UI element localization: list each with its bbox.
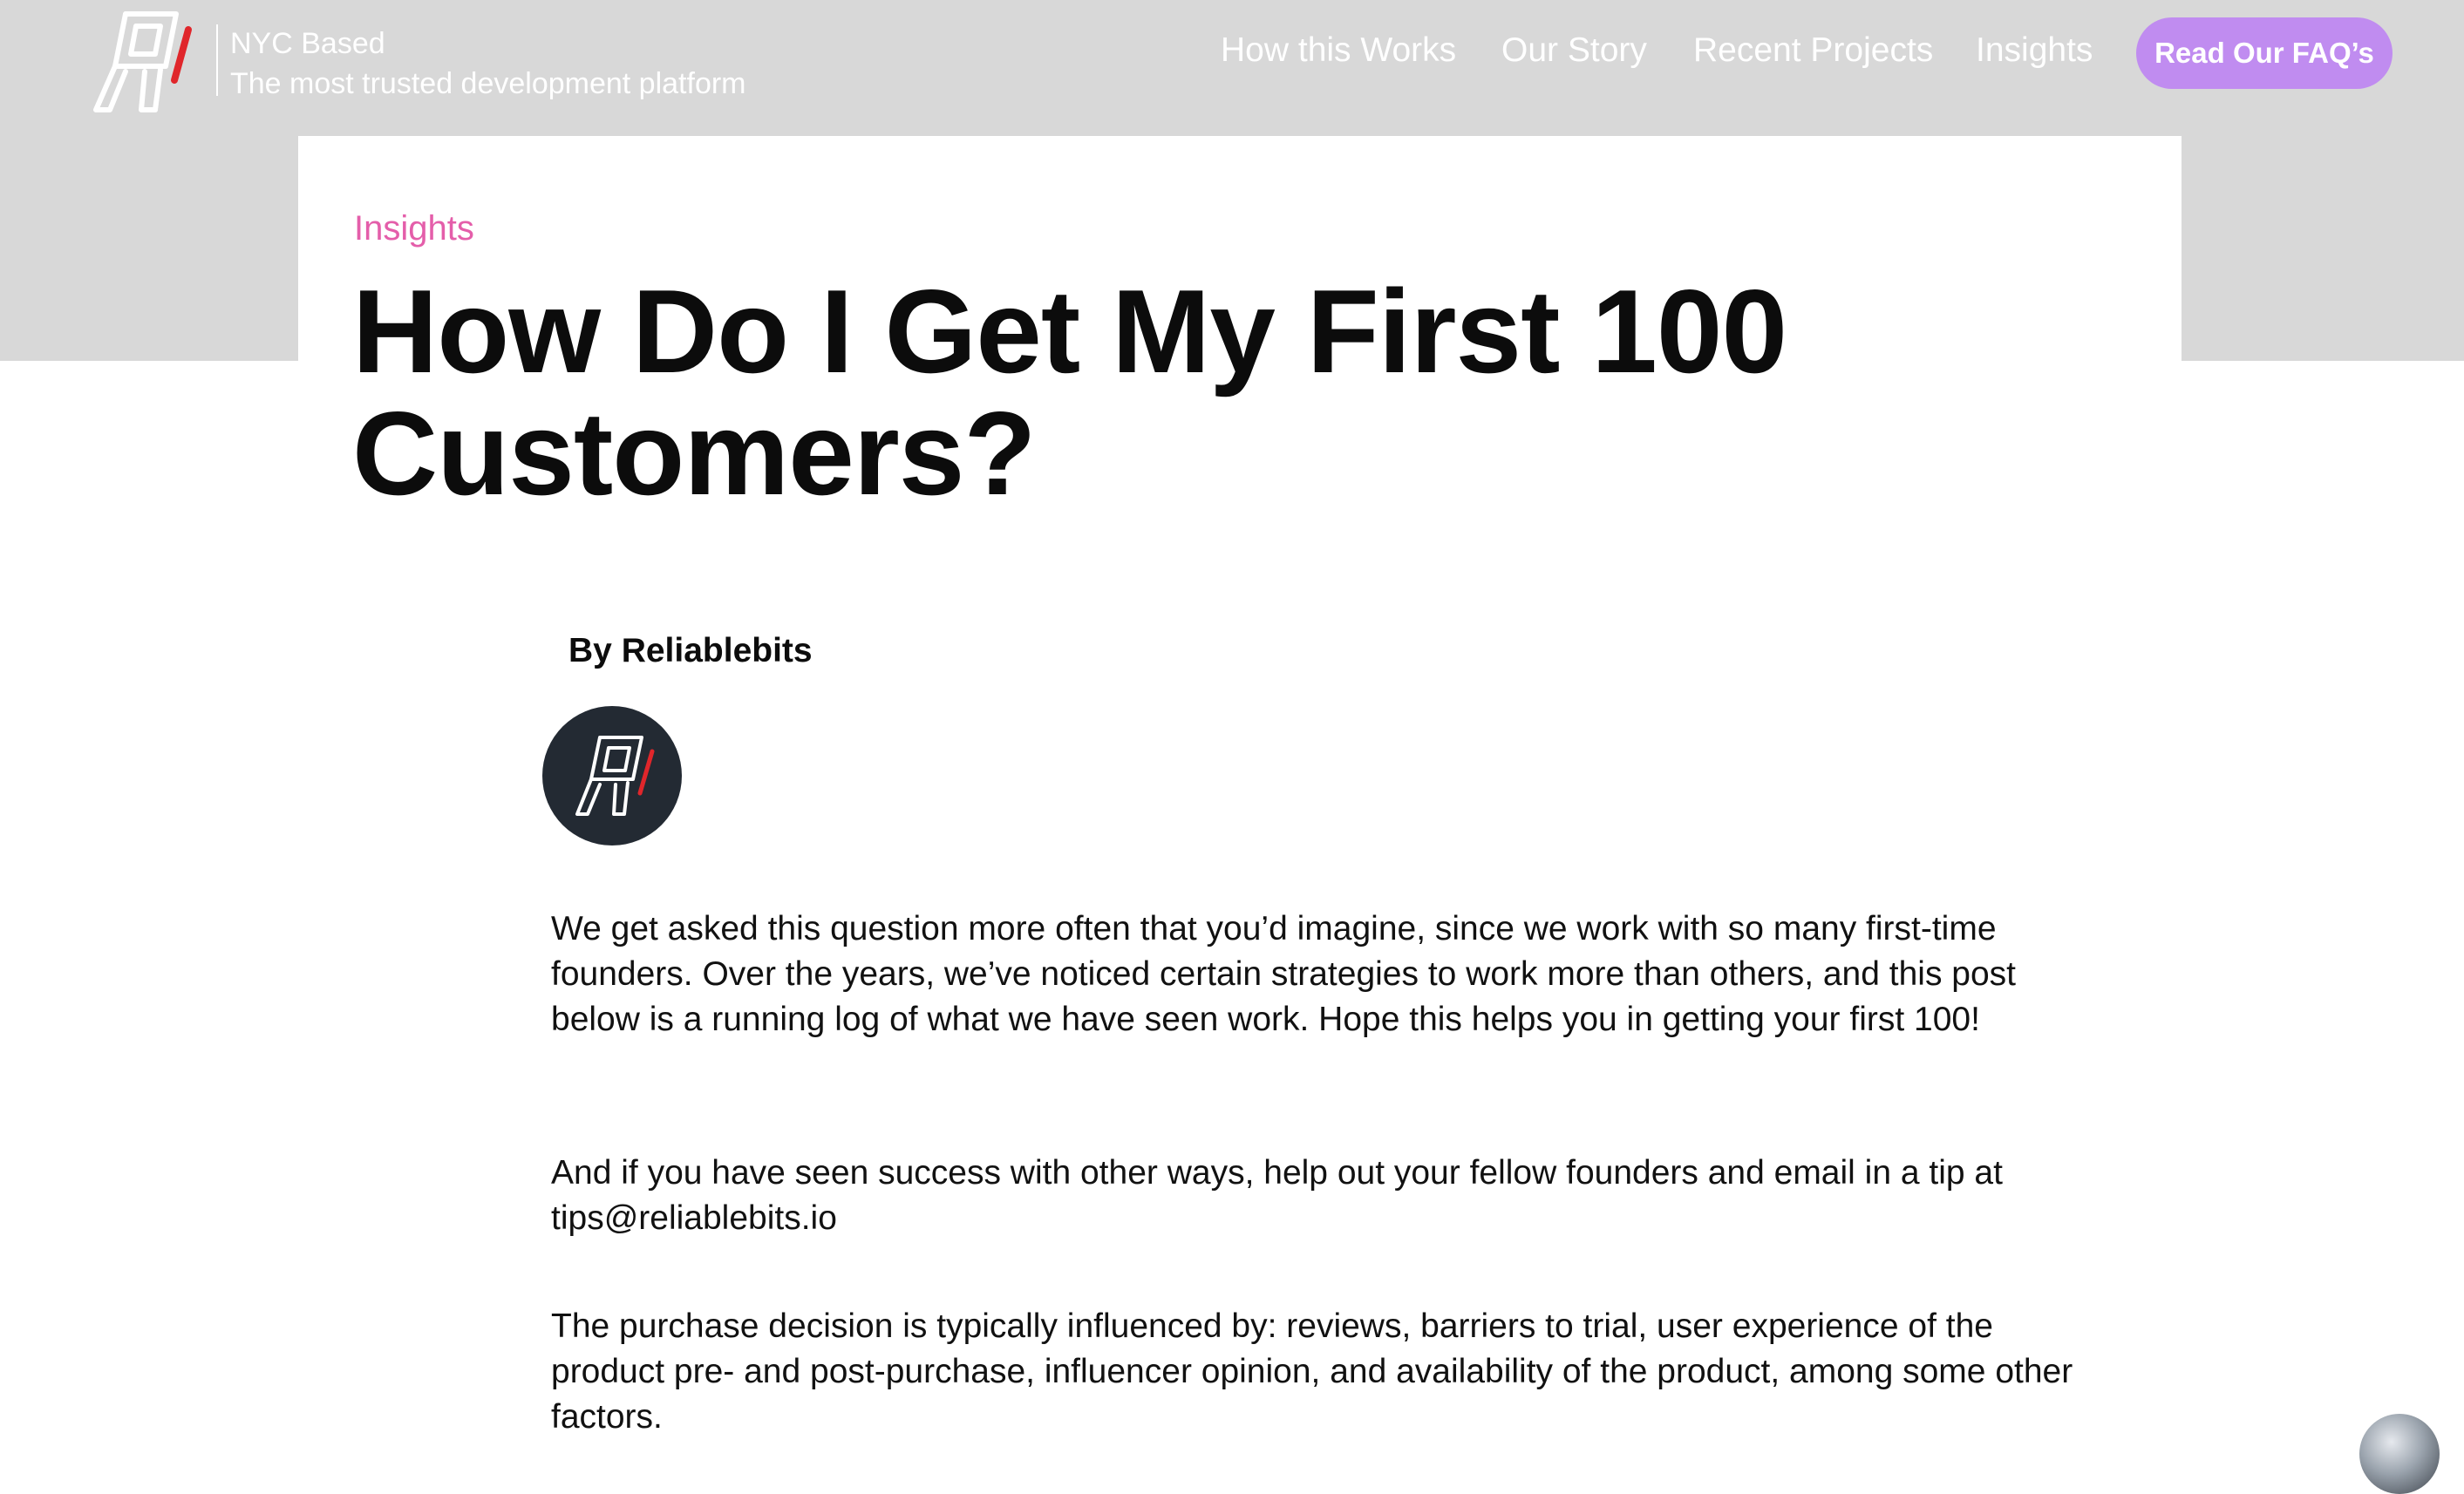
nav-how-this-works[interactable]: How this Works [1221,26,1456,75]
read-faq-button[interactable]: Read Our FAQ’s [2136,17,2393,89]
article-paragraph: We get asked this question more often th… [551,910,2017,1038]
article-paragraph: The purchase decision is typically influ… [551,1307,2073,1436]
brand-tagline: The most trusted development platform [230,67,746,100]
brand-city: NYC Based [230,27,385,60]
chat-widget-icon[interactable] [2359,1414,2440,1494]
article-paragraph: And if you have seen success with other … [551,1154,2003,1237]
nav-insights[interactable]: Insights [1976,26,2093,75]
brand-divider [216,24,218,96]
reliablebits-logo-icon[interactable] [91,9,202,113]
article-category[interactable]: Insights [354,204,474,253]
article-author: By Reliablebits [568,632,813,669]
nav-our-story[interactable]: Our Story [1501,26,1647,75]
reliablebits-avatar-icon [542,706,682,845]
nav-recent-projects[interactable]: Recent Projects [1693,26,1933,75]
article-title: How Do I Get My First 100 Customers? [352,265,1787,520]
